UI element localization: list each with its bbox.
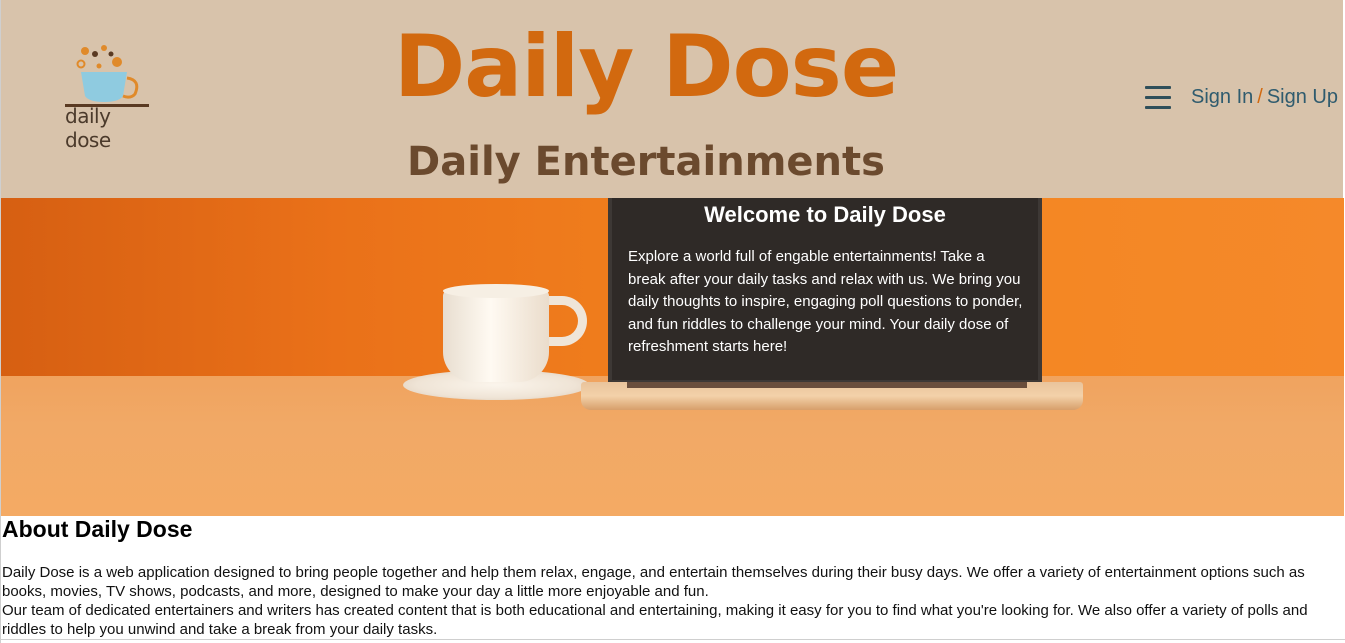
hero-title: Welcome to Daily Dose (704, 202, 946, 227)
hero-text: Explore a world full of engable entertai… (628, 248, 1023, 356)
sign-in-link[interactable]: Sign In (1191, 86, 1253, 108)
bottom-divider (0, 639, 1345, 640)
coffee-cup-logo-icon (65, 45, 149, 107)
logo[interactable]: daily dose (59, 44, 159, 152)
hamburger-icon[interactable] (1145, 86, 1171, 112)
about-body: Daily Dose is a web application designed… (2, 563, 1344, 639)
laptop-keyboard (627, 382, 1027, 388)
sign-up-link[interactable]: Sign Up (1267, 86, 1338, 108)
auth-separator: / (1257, 86, 1263, 108)
about-title: About Daily Dose (2, 516, 193, 542)
coffee-cup-image (443, 290, 549, 382)
site-header: daily dose Daily Dose Daily Entertainmen… (1, 0, 1343, 198)
site-title: Daily Dose (393, 17, 899, 117)
about-paragraph-2: Our team of dedicated entertainers and w… (2, 602, 1308, 638)
site-subtitle: Daily Entertainments (407, 139, 885, 185)
cup-rim-image (443, 284, 549, 298)
hero-banner: Welcome to Daily Dose Explore a world fu… (1, 198, 1344, 516)
auth-links: Sign In / Sign Up (1191, 86, 1338, 109)
logo-text: daily dose (65, 104, 111, 152)
about-paragraph-1: Daily Dose is a web application designed… (2, 564, 1305, 600)
